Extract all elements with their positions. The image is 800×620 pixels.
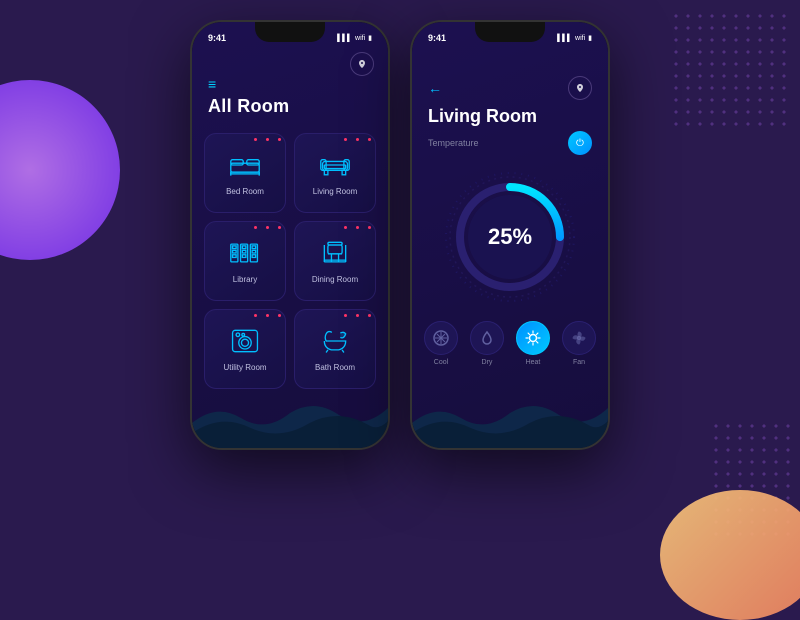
dining-icon: [319, 240, 351, 270]
living-room-title-text: Living Room: [428, 106, 537, 126]
room-card-livingroom[interactable]: Living Room: [294, 133, 376, 213]
power-button[interactable]: ⏻: [568, 131, 592, 155]
battery-icon2: ▮: [588, 34, 592, 42]
cool-label: Cool: [434, 359, 448, 366]
room-card-diningroom[interactable]: Dining Room: [294, 221, 376, 301]
room-card-library[interactable]: Library: [204, 221, 286, 301]
phone1-status-icons: ▌▌▌ wifi ▮: [337, 34, 372, 42]
dry-label: Dry: [482, 359, 493, 366]
washer-icon: [229, 328, 261, 358]
fan-circle: [562, 321, 596, 355]
phone1-screen: 9:41 ▌▌▌ wifi ▮ ≡ All Room: [192, 22, 388, 448]
phone-living-room: 9:41 ▌▌▌ wifi ▮ ← Living R: [410, 20, 610, 450]
wifi-icon: wifi: [355, 35, 365, 42]
dry-circle: [470, 321, 504, 355]
livingroom-label: Living Room: [313, 187, 357, 196]
phone2-location-icon[interactable]: [568, 76, 592, 100]
phone2-wave: [412, 393, 608, 448]
phone1-header: ≡ All Room: [192, 48, 388, 127]
battery-icon: ▮: [368, 34, 372, 42]
phone2-header: ←: [412, 48, 608, 106]
phone1-wave: [192, 393, 388, 448]
diningroom-label: Dining Room: [312, 275, 358, 284]
room-card-bedroom[interactable]: Bed Room: [204, 133, 286, 213]
fan-icon: [571, 330, 587, 346]
phone2-notch: [475, 22, 545, 42]
control-fan[interactable]: Fan: [562, 321, 596, 366]
fan-label: Fan: [573, 359, 585, 366]
cool-circle: [424, 321, 458, 355]
signal-icon2: ▌▌▌: [557, 35, 572, 42]
phone2-screen: 9:41 ▌▌▌ wifi ▮ ← Living R: [412, 22, 608, 448]
all-room-title: All Room: [208, 96, 289, 116]
nav-svg: [357, 59, 367, 69]
phone2-status-icons: ▌▌▌ wifi ▮: [557, 34, 592, 42]
library-icon: [229, 240, 261, 270]
wifi-icon2: wifi: [575, 35, 585, 42]
sofa-icon: [319, 152, 351, 182]
bg-decoration-oval: [660, 490, 800, 620]
bg-decoration-dots-top: [670, 10, 790, 130]
temp-row: Temperature ⏻: [412, 131, 608, 163]
menu-icon[interactable]: ≡: [208, 76, 372, 92]
control-dry[interactable]: Dry: [470, 321, 504, 366]
nav-svg2: [575, 83, 585, 93]
bed-icon: [229, 152, 261, 182]
control-cool[interactable]: Cool: [424, 321, 458, 366]
back-button[interactable]: ←: [428, 80, 442, 96]
gauge-value: 25%: [488, 224, 532, 250]
phone2-time: 9:41: [428, 33, 446, 43]
heat-label: Heat: [526, 359, 541, 366]
heat-icon: [525, 330, 541, 346]
heat-circle: [516, 321, 550, 355]
room-card-utilityroom[interactable]: Utility Room: [204, 309, 286, 389]
utilityroom-label: Utility Room: [223, 363, 266, 372]
bedroom-label: Bed Room: [226, 187, 264, 196]
cool-icon: [433, 330, 449, 346]
room-card-bathroom[interactable]: Bath Room: [294, 309, 376, 389]
bath-icon: [319, 328, 351, 358]
phone1-time: 9:41: [208, 33, 226, 43]
rooms-grid: Bed Room Living Room Library: [192, 127, 388, 399]
phone-all-room: 9:41 ▌▌▌ wifi ▮ ≡ All Room: [190, 20, 390, 450]
signal-icon: ▌▌▌: [337, 35, 352, 42]
bathroom-label: Bath Room: [315, 363, 355, 372]
control-heat[interactable]: Heat: [516, 321, 550, 366]
location-icon[interactable]: [350, 52, 374, 76]
bg-decoration-circle: [0, 80, 120, 260]
living-room-title: Living Room: [412, 106, 608, 131]
controls-row: Cool Dry: [412, 315, 608, 374]
library-label: Library: [233, 275, 257, 284]
phone1-notch: [255, 22, 325, 42]
temp-label: Temperature: [428, 138, 479, 148]
phones-container: 9:41 ▌▌▌ wifi ▮ ≡ All Room: [190, 20, 610, 450]
dry-icon: [479, 330, 495, 346]
gauge-container: 25%: [412, 163, 608, 315]
